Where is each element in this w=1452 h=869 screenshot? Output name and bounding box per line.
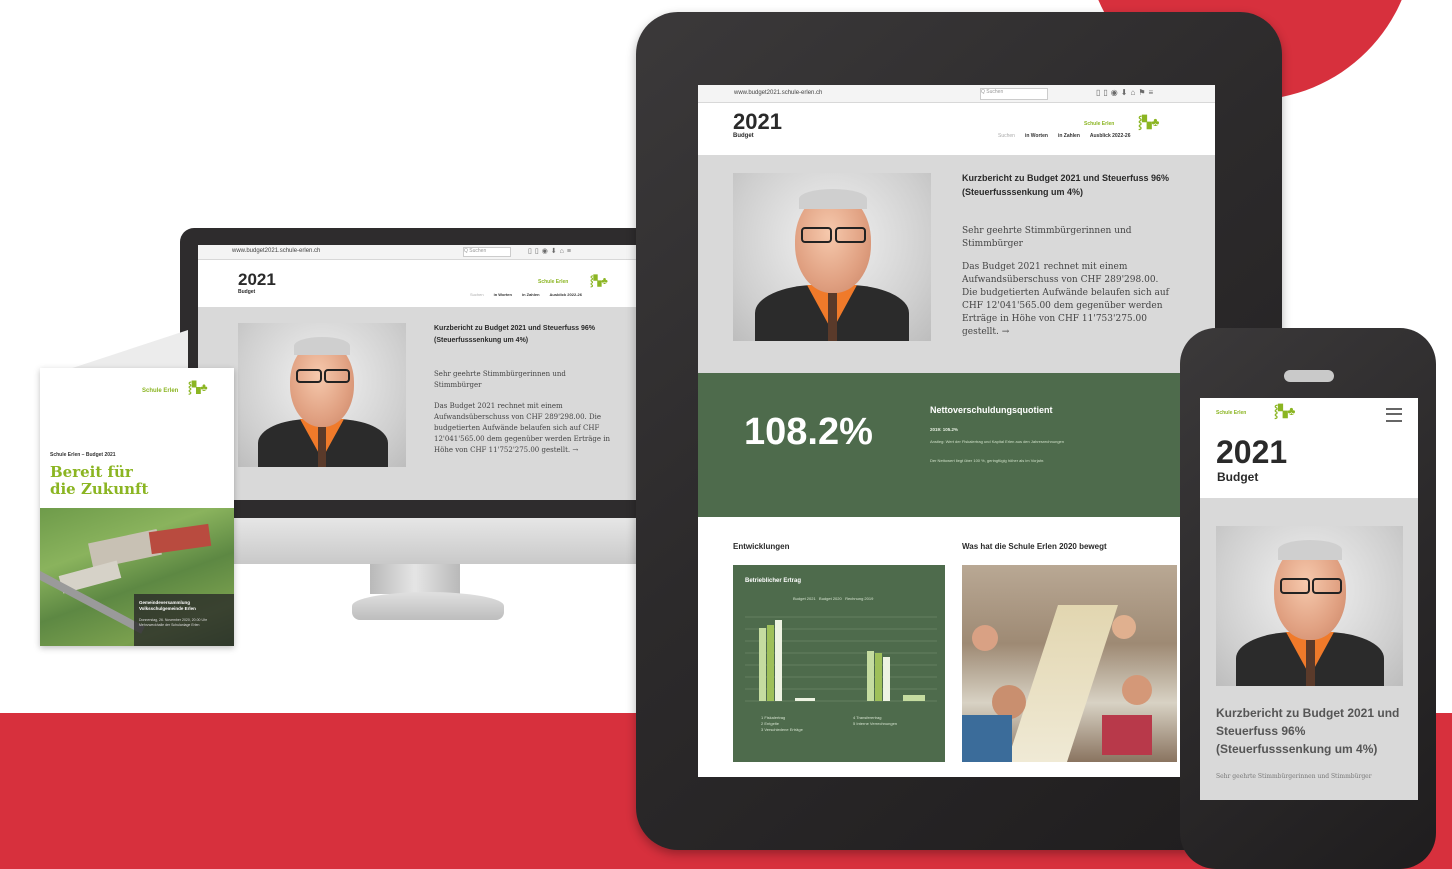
desktop-screen: www.budget2021.schule-erlen.ch Q Suchen …: [198, 245, 638, 500]
brochure-kicker: Schule Erlen – Budget 2021: [50, 452, 116, 458]
bar-fiskal-2020: [767, 625, 774, 701]
tablet-browser-toolbar: www.budget2021.schule-erlen.ch Q Suchen …: [698, 85, 1215, 103]
phone-logo-tree-icon: ⸾▚♣: [1274, 404, 1296, 418]
tablet-metric-title: Nettoverschuldungsquotient: [930, 405, 1053, 415]
bar-fiskal-2019: [775, 620, 782, 701]
bar-intern: [903, 695, 925, 701]
tablet-nav: Suchen in Worten in Zahlen Ausblick 2022-26: [988, 133, 1130, 139]
desktop-url[interactable]: www.budget2021.schule-erlen.ch: [232, 248, 320, 254]
brochure-title-line1: Bereit für: [50, 463, 133, 481]
brochure-logo-tree-icon: ⸾▚♣: [188, 382, 208, 394]
tablet-metric-line1: 2019: 105.2%: [930, 427, 959, 432]
brochure-caption-sub: Donnerstag, 26. November 2020, 20.00 Uhr…: [139, 618, 208, 627]
tablet-metric-line3: Der Nettowert liegt über 100 %, geringfü…: [930, 458, 1045, 463]
phone-heading-year: 2021: [1216, 434, 1288, 470]
brochure-caption-box: Gemeindeversammlung Volksschulgemeinde E…: [134, 594, 234, 646]
desktop-nav-worten[interactable]: in Worten: [494, 292, 512, 297]
tablet-heading-sub: Budget: [733, 133, 754, 139]
brochure-aerial-photo: Gemeindeversammlung Volksschulgemeinde E…: [40, 508, 234, 646]
desktop-nav-ausblick[interactable]: Ausblick 2022-26: [550, 292, 582, 297]
tablet-section-left: Entwicklungen: [733, 542, 790, 551]
desktop-nav-search[interactable]: Suchen: [470, 292, 484, 297]
phone-heading-sub: Budget: [1217, 470, 1259, 484]
phone-menu-icon[interactable]: [1386, 408, 1402, 422]
brochure-cover: Schule Erlen ⸾▚♣ Schule Erlen – Budget 2…: [40, 368, 234, 646]
desktop-greeting: Sehr geehrte Stimmbürgerinnen und Stimmb…: [434, 370, 566, 389]
desktop-heading-sub: Budget: [238, 289, 256, 295]
monitor-neck: [370, 564, 460, 594]
tablet-url[interactable]: www.budget2021.schule-erlen.ch: [734, 90, 822, 96]
bar-transfer-2021: [867, 651, 874, 701]
bar-transfer-2019: [883, 657, 890, 701]
bar-fiskal-2021: [759, 628, 766, 701]
tablet-heading-year: 2021: [733, 109, 782, 134]
tablet-chart: Betrieblicher Ertrag Budget 2021 Budget …: [733, 565, 945, 762]
desktop-toolbar-icons[interactable]: ▯▯◉⬇⌂≡: [528, 247, 574, 255]
tablet-body-text: Das Budget 2021 rechnet mit einem Aufwan…: [962, 262, 1169, 337]
brochure-logo: Schule Erlen: [142, 388, 179, 394]
desktop-search-input[interactable]: Q Suchen: [463, 247, 511, 257]
legend-cat-3: 3 Verschiedene Erträge: [761, 727, 803, 732]
phone-portrait: [1216, 526, 1403, 686]
phone-report-title: Kurzbericht zu Budget 2021 und Steuerfus…: [1216, 706, 1400, 756]
tablet-chart-category-legend-2: 4 Transferertrag 5 Interne Verrechnungen: [853, 715, 897, 727]
legend-cat-5: 5 Interne Verrechnungen: [853, 721, 898, 726]
desktop-logo-tree-icon: ⸾▚♣: [590, 276, 608, 287]
bar-entgelte: [795, 698, 815, 701]
tablet-nav-ausblick[interactable]: Ausblick 2022-26: [1090, 133, 1131, 139]
phone-greeting: Sehr geehrte Stimmbürgerinnen und Stimmb…: [1216, 773, 1372, 780]
bar-transfer-2020: [875, 653, 882, 701]
tablet-section-right: Was hat die Schule Erlen 2020 bewegt: [962, 542, 1107, 551]
desktop-body-text: Das Budget 2021 rechnet mit einem Aufwan…: [434, 402, 611, 454]
desktop-logo[interactable]: Schule Erlen: [538, 279, 568, 285]
monitor-chin: [180, 518, 650, 564]
tablet-screen: www.budget2021.schule-erlen.ch Q Suchen …: [698, 85, 1215, 777]
tablet-report-title: Kurzbericht zu Budget 2021 und Steuerfus…: [962, 173, 1170, 197]
phone-screen: Schule Erlen ⸾▚♣ 2021 Budget Kurzbericht…: [1200, 398, 1418, 800]
desktop-nav-zahlen[interactable]: in Zahlen: [522, 292, 540, 297]
desktop-report-title: Kurzbericht zu Budget 2021 und Steuerfus…: [434, 325, 596, 344]
tablet-logo-tree-icon: ⸾▚♣: [1138, 115, 1160, 129]
tablet-logo[interactable]: Schule Erlen: [1084, 121, 1114, 127]
desktop-heading-year: 2021: [238, 270, 276, 289]
brochure-title-line2: die Zukunft: [50, 480, 149, 498]
tablet-portrait: [733, 173, 931, 341]
phone-logo[interactable]: Schule Erlen: [1216, 410, 1246, 416]
tablet-chart-category-legend: 1 Fiskalertrag 2 Entgelte 3 Verschiedene…: [761, 715, 803, 733]
tablet-nav-search[interactable]: Suchen: [998, 133, 1015, 139]
tablet-search-input[interactable]: Q Suchen: [980, 88, 1048, 100]
desktop-nav: Suchen in Worten in Zahlen Ausblick 2022-26: [460, 292, 582, 297]
phone-speaker: [1284, 370, 1334, 382]
monitor-foot: [352, 592, 504, 620]
tablet-greeting: Sehr geehrte Stimmbürgerinnen und Stimmb…: [962, 226, 1132, 249]
tablet-nav-zahlen[interactable]: in Zahlen: [1058, 133, 1080, 139]
tablet-metric-line2: Anstieg: Wert der Fiskalertrag und Kapit…: [930, 439, 1065, 444]
tablet-metric-value: 108.2%: [744, 411, 873, 453]
brochure-title: Bereit für die Zukunft: [50, 464, 148, 498]
desktop-browser-toolbar: www.budget2021.schule-erlen.ch Q Suchen …: [198, 245, 638, 260]
tablet-classroom-photo: [962, 565, 1177, 762]
desktop-portrait: [238, 323, 406, 467]
brochure-caption-title: Gemeindeversammlung Volksschulgemeinde E…: [139, 600, 196, 611]
tablet-toolbar-icons[interactable]: ▯▯◉⬇⌂⚑≡: [1096, 88, 1156, 97]
tablet-nav-worten[interactable]: in Worten: [1025, 133, 1048, 139]
